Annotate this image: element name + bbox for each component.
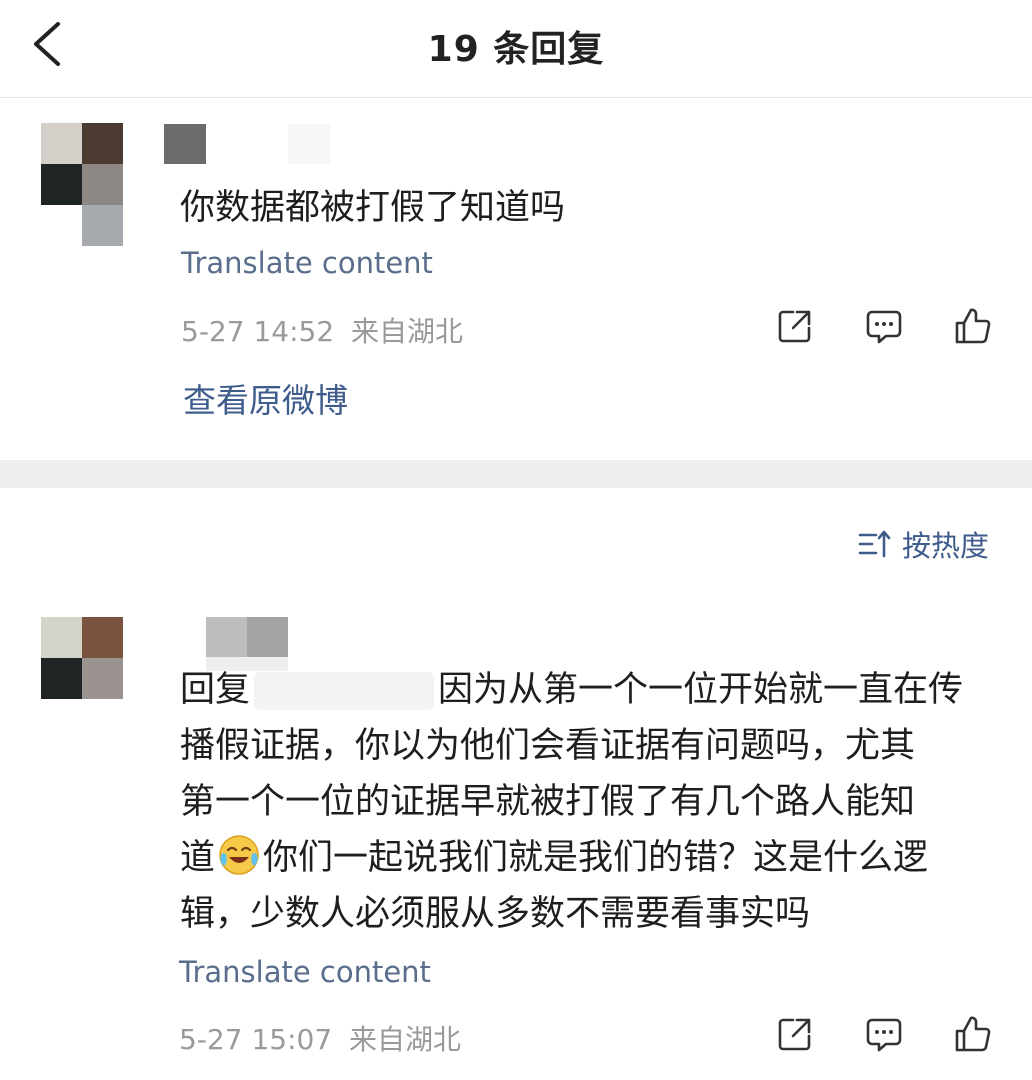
reply-text: 回复 因为从第一个一位开始就一直在传 播假证据，你以为他们会看证据有问题吗，尤其 …: [180, 662, 1010, 942]
comment-icon: [866, 310, 902, 344]
translate-link[interactable]: Translate content: [179, 955, 431, 989]
sort-icon: [858, 530, 891, 558]
avatar[interactable]: [41, 123, 123, 247]
avatar[interactable]: [41, 617, 123, 699]
comment-icon: [866, 1018, 902, 1052]
username-redacted[interactable]: [164, 124, 206, 164]
reply-line-1: 因为从第一个一位开始就一直在传: [438, 670, 964, 710]
reply-line-4b: 你们一起说我们就是我们的错？这是什么逻: [263, 838, 929, 878]
comment-meta: 5-27 14:52 来自湖北: [181, 310, 463, 350]
like-button[interactable]: [953, 1014, 993, 1054]
comment-location: 来自湖北: [351, 315, 464, 348]
username-redacted-badge: [288, 124, 330, 164]
top-bar: 19 条回复: [0, 0, 1032, 98]
reply-line-4a: 道: [180, 838, 216, 878]
comment-text: 你数据都被打假了知道吗: [180, 188, 566, 228]
reply-line-5: 辑，少数人必须服从多数不需要看事实吗: [180, 894, 811, 934]
sort-label: 按热度: [902, 529, 990, 563]
view-original-weibo-link[interactable]: 查看原微博: [183, 374, 348, 422]
mentioned-user-redacted[interactable]: [254, 672, 435, 710]
section-divider: [0, 460, 1032, 488]
translate-link[interactable]: Translate content: [181, 246, 433, 280]
reply-line-3: 第一个一位的证据早就被打假了有几个路人能知: [180, 782, 916, 822]
reply-line-2: 播假证据，你以为他们会看证据有问题吗，尤其: [180, 726, 916, 766]
share-button[interactable]: [775, 306, 815, 346]
comment-date: 5-27 14:52: [181, 315, 335, 348]
reply-prefix: 回复: [180, 670, 251, 710]
like-button[interactable]: [953, 306, 993, 346]
comment-button[interactable]: [864, 1014, 904, 1054]
share-button[interactable]: [775, 1014, 815, 1054]
sort-toggle[interactable]: 按热度: [858, 524, 989, 564]
thumbs-up-icon: [955, 308, 991, 344]
page-title: 19 条回复: [427, 29, 605, 70]
reply-date: 5-27 15:07: [179, 1023, 333, 1056]
share-icon: [778, 1018, 811, 1051]
comment-button[interactable]: [864, 306, 904, 346]
username-redacted[interactable]: [206, 617, 288, 657]
reply-location: 来自湖北: [349, 1023, 462, 1056]
laughing-crying-emoji: [219, 835, 259, 875]
reply-meta: 5-27 15:07 来自湖北: [179, 1018, 461, 1058]
thumbs-up-icon: [955, 1016, 991, 1052]
share-icon: [778, 310, 811, 343]
